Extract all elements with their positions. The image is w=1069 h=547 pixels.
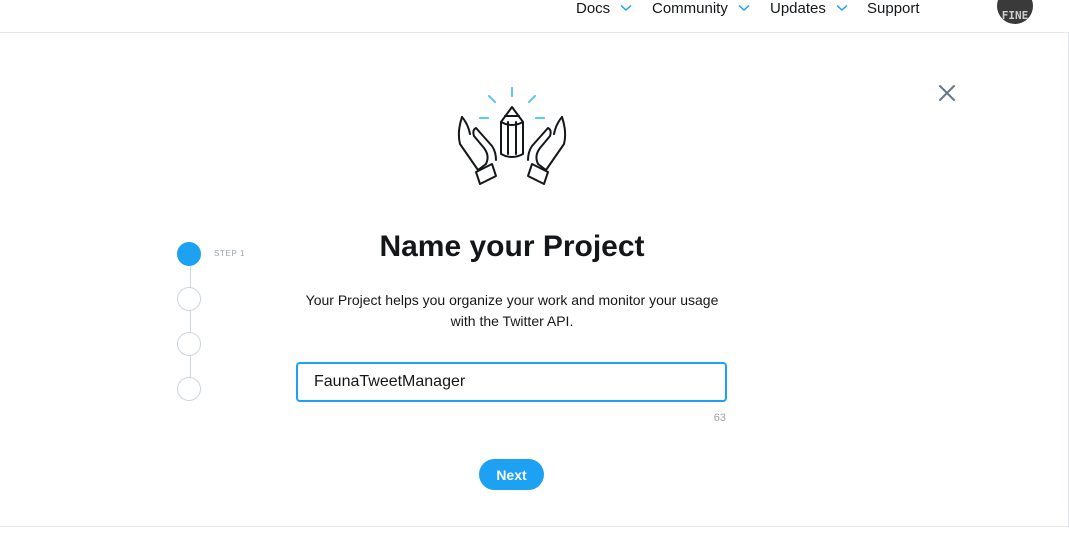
nav-updates[interactable]: Updates <box>770 0 848 18</box>
top-nav-bar: Docs Community Updates Support FINE <box>0 0 1069 33</box>
close-icon <box>939 85 955 101</box>
avatar[interactable]: FINE <box>997 0 1033 24</box>
progress-stepper: STEP 1 <box>177 242 267 402</box>
nav-updates-label: Updates <box>770 0 826 17</box>
step-4-indicator <box>177 377 201 401</box>
description-text: Your Project helps you organize your wor… <box>305 292 719 329</box>
nav-community[interactable]: Community <box>652 0 750 18</box>
nav-docs[interactable]: Docs <box>576 0 632 18</box>
step-3-indicator <box>177 332 201 356</box>
stepper-line <box>190 255 191 390</box>
chevron-down-icon <box>738 4 750 12</box>
chevron-down-icon <box>620 4 632 12</box>
chevron-down-icon <box>836 4 848 12</box>
nav-docs-label: Docs <box>576 0 611 17</box>
project-name-input[interactable] <box>296 362 727 402</box>
nav-support[interactable]: Support <box>867 0 920 18</box>
close-button[interactable] <box>936 82 958 104</box>
page-title: Name your Project <box>379 230 645 263</box>
hands-pencil-icon <box>457 86 567 185</box>
step-1-indicator <box>177 242 201 266</box>
dialog-bottom-border <box>0 526 1069 527</box>
nav-support-label: Support <box>867 0 920 17</box>
character-counter: 63 <box>713 412 726 424</box>
step-label: STEP 1 <box>214 249 246 258</box>
nav-community-label: Community <box>652 0 728 17</box>
avatar-text: FINE <box>1001 9 1029 22</box>
next-button[interactable]: Next <box>479 459 544 490</box>
step-2-indicator <box>177 287 201 311</box>
